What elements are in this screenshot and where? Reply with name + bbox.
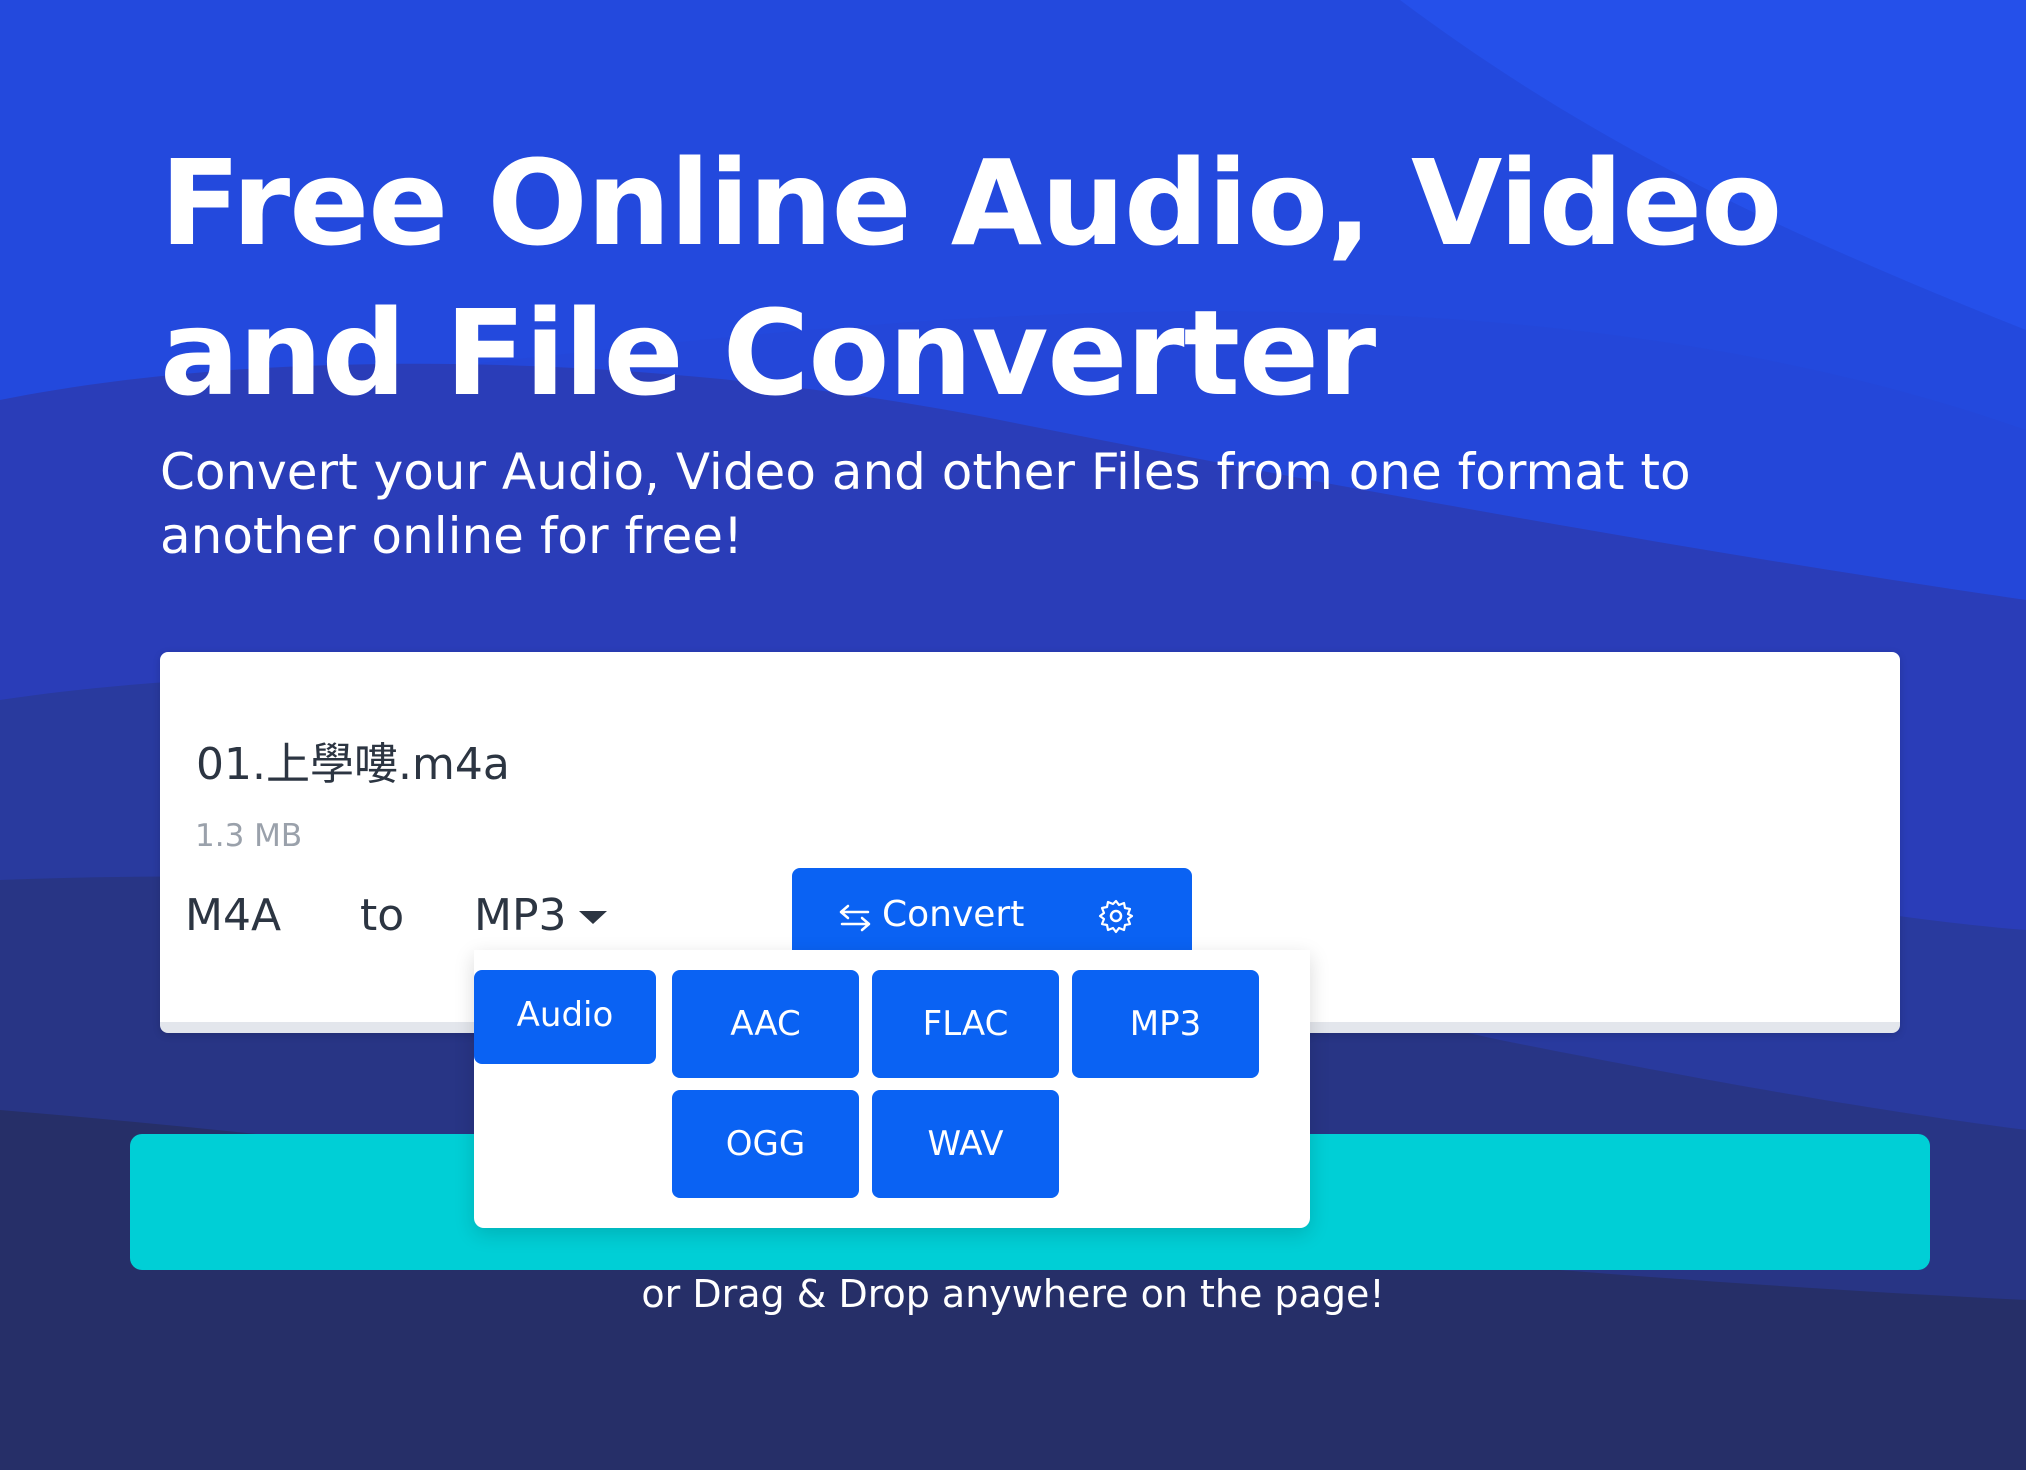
format-option-ogg[interactable]: OGG: [672, 1090, 859, 1198]
page-subtitle-line-1: Convert your Audio, Video and other File…: [160, 443, 1691, 501]
format-dropdown: Audio AAC FLAC MP3 OGG WAV: [474, 950, 1310, 1228]
page-subtitle-line-2: another online for free!: [160, 507, 744, 565]
page-title: Free Online Audio, Video and File Conver…: [160, 128, 1920, 428]
target-format-select[interactable]: MP3: [474, 890, 607, 941]
format-option-mp3[interactable]: MP3: [1072, 970, 1259, 1078]
format-option-aac[interactable]: AAC: [672, 970, 859, 1078]
convert-button[interactable]: Convert: [792, 868, 1192, 958]
format-option-wav[interactable]: WAV: [872, 1090, 1059, 1198]
format-option-flac[interactable]: FLAC: [872, 970, 1059, 1078]
file-size: 1.3 MB: [195, 818, 303, 854]
caret-down-icon: [578, 911, 607, 924]
category-tab-audio[interactable]: Audio: [474, 970, 656, 1064]
page-subtitle: Convert your Audio, Video and other File…: [160, 440, 1860, 568]
source-format: M4A: [185, 890, 282, 941]
drag-drop-hint: or Drag & Drop anywhere on the page!: [641, 1272, 1385, 1316]
to-label: to: [360, 890, 405, 941]
file-name: 01.上學嘍.m4a: [196, 739, 510, 790]
convert-label: Convert: [882, 894, 1025, 935]
swap-arrows-icon: [839, 904, 871, 932]
target-format-value: MP3: [474, 890, 567, 941]
page-title-line-2: and File Converter: [160, 284, 1376, 422]
page-title-line-1: Free Online Audio, Video: [160, 134, 1782, 272]
gear-icon[interactable]: [1098, 898, 1134, 934]
